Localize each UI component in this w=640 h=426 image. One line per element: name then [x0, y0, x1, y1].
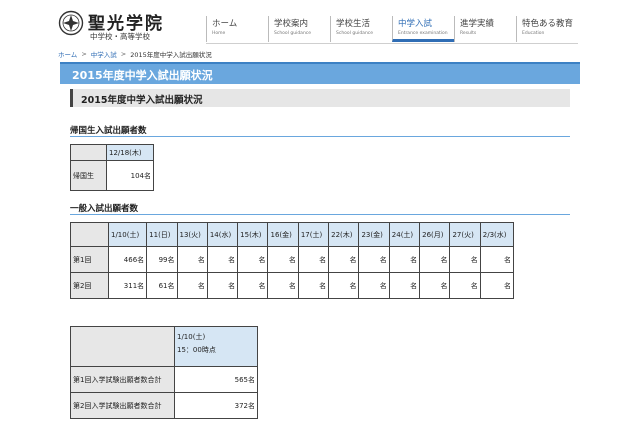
applicant-count-cell: 名 [297, 272, 330, 299]
school-crest-icon [58, 10, 84, 36]
nav-divider [206, 43, 578, 44]
sub-title-bar: 2015年度中学入試出願状況 [70, 89, 570, 107]
table-corner [70, 144, 107, 161]
applicant-count-cell: 名 [206, 272, 239, 299]
applicant-count-cell: 名 [449, 246, 481, 273]
sub-title: 2015年度中学入試出願状況 [81, 95, 203, 106]
applicant-count-cell: 61名 [146, 272, 178, 299]
returnee-heading: 帰国生入試出願者数 [70, 126, 147, 136]
round-label: 第1回 [70, 246, 109, 273]
school-logo[interactable]: 聖光学院 中学校・高等学校 [58, 8, 198, 42]
nav-item[interactable]: 学校生活 School guidance [330, 16, 392, 42]
breadcrumb-current: 2015年度中学入試出願状況 [130, 51, 212, 59]
nav-item[interactable]: ホーム Home [206, 16, 268, 42]
date-column-header: 26(月) [419, 222, 451, 247]
applicant-count-cell: 名 [297, 246, 330, 273]
date-column-header: 17(土) [297, 222, 330, 247]
applicant-count-cell: 名 [358, 246, 390, 273]
returnee-count: 104名 [106, 160, 154, 191]
general-heading-rule [70, 214, 570, 215]
date-column-header: 14(水) [206, 222, 239, 247]
applicant-count-cell: 99名 [146, 246, 178, 273]
table-row: 第2回 311名 61名名名名名名名名名名名名 [70, 272, 515, 299]
nav-item-sublabel: Results [460, 31, 477, 36]
applicant-count-cell: 名 [479, 272, 515, 299]
applicant-count-cell: 名 [267, 272, 299, 299]
applicant-count-cell: 名 [206, 246, 239, 273]
round-label: 第2回 [70, 272, 109, 299]
date-column-header: 24(土) [388, 222, 421, 247]
totals-time: 15：00時点 [177, 346, 216, 354]
returnee-heading-rule [70, 136, 570, 137]
nav-item-label: 中学入試 [398, 19, 433, 29]
totals-date: 1/10(土) [177, 333, 206, 341]
nav-item-label: 学校案内 [274, 19, 309, 29]
breadcrumb-section-link[interactable]: 中学入試 [91, 49, 117, 59]
general-heading: 一般入試出願者数 [70, 204, 139, 214]
applicant-count-cell: 名 [237, 246, 269, 273]
breadcrumb-separator: > [120, 50, 127, 58]
nav-item-label: 進学実績 [460, 19, 495, 29]
date-column-header: 11(日) [146, 222, 178, 247]
nav-item-label: 特色ある教育 [522, 19, 574, 29]
table-corner [70, 326, 175, 367]
totals-row-value: 565名 [174, 366, 258, 393]
breadcrumb-separator: > [81, 50, 87, 58]
applicant-count-cell: 名 [449, 272, 481, 299]
returnee-date-header: 12/18(木) [106, 144, 154, 161]
table-row: 第1回 466名 99名名名名名名名名名名名名 [70, 246, 515, 273]
nav-item[interactable]: 中学入試 Entrance examination [392, 16, 454, 42]
main-nav: ホーム Home 学校案内 School guidance 学校生活 School gui… [206, 16, 578, 44]
applicant-count-cell: 466名 [107, 246, 148, 273]
nav-item-sublabel: Home [212, 31, 226, 36]
returnee-row-label: 帰国生 [70, 160, 107, 191]
date-column-header: 23(金) [358, 222, 390, 247]
table-corner [70, 222, 109, 247]
page-title: 2015年度中学入試出願状況 [72, 69, 213, 82]
general-applicants-table: 1/10(土) 11(日) 13(火) 14(水) 15(木) 16(金) 17(土) 22(… [70, 222, 515, 299]
nav-item-label: 学校生活 [336, 19, 371, 29]
date-column-header: 22(木) [328, 222, 360, 247]
totals-date-header: 1/10(土) 15：00時点 [174, 326, 258, 367]
totals-table: 1/10(土) 15：00時点 第1回入学試験出願者数合計 565名 第2回入学… [70, 326, 258, 419]
applicant-count-cell: 名 [388, 272, 421, 299]
nav-item[interactable]: 学校案内 School guidance [268, 16, 330, 42]
nav-item-sublabel: School guidance [336, 31, 374, 36]
applicant-count-cell: 名 [388, 246, 421, 273]
nav-item[interactable]: 進学実績 Results [454, 16, 516, 42]
totals-row-value: 372名 [174, 392, 258, 419]
date-column-header: 1/10(土) [107, 222, 148, 247]
nav-item-sublabel: Entrance examination [398, 31, 448, 36]
applicant-count-cell: 名 [358, 272, 390, 299]
applicant-count-cell: 名 [419, 272, 451, 299]
nav-item-sublabel: School guidance [274, 31, 312, 36]
date-column-header: 13(火) [176, 222, 208, 247]
applicant-count-cell: 名 [419, 246, 451, 273]
applicant-count-cell: 名 [267, 246, 299, 273]
totals-row-label: 第2回入学試験出願者数合計 [70, 392, 175, 419]
applicant-count-cell: 名 [176, 272, 208, 299]
nav-item-sublabel: Education [522, 31, 545, 36]
nav-item[interactable]: 特色ある教育 Education [516, 16, 578, 42]
applicant-count-cell: 名 [237, 272, 269, 299]
applicant-count-cell: 名 [328, 272, 360, 299]
date-column-header: 16(金) [267, 222, 299, 247]
breadcrumb: ホーム > 中学入試 > 2015年度中学入試出願状況 [58, 48, 212, 60]
totals-row-label: 第1回入学試験出願者数合計 [70, 366, 175, 393]
school-subtitle: 中学校・高等学校 [90, 32, 150, 41]
returnee-table: 12/18(木) 帰国生 104名 [70, 144, 154, 191]
page-title-bar: 2015年度中学入試出願状況 [60, 62, 580, 84]
breadcrumb-home-link[interactable]: ホーム [58, 49, 77, 59]
applicant-count-cell: 名 [176, 246, 208, 273]
applicant-count-cell: 311名 [107, 272, 148, 299]
applicant-count-cell: 名 [328, 246, 360, 273]
nav-item-label: ホーム [212, 19, 238, 29]
date-column-header: 2/3(水) [479, 222, 515, 247]
applicant-count-cell: 名 [479, 246, 515, 273]
date-column-header: 27(火) [449, 222, 481, 247]
date-column-header: 15(木) [237, 222, 269, 247]
